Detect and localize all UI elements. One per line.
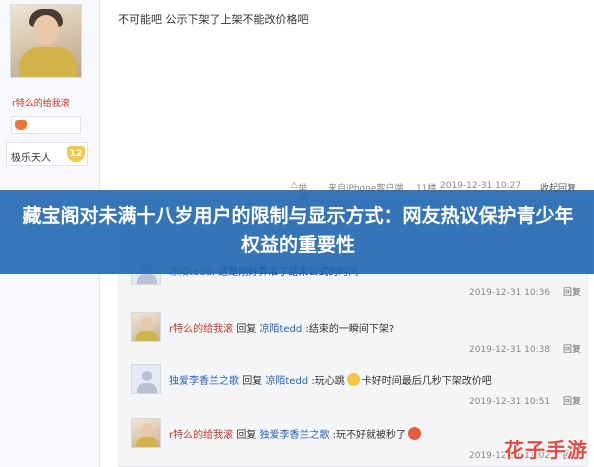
reply-button[interactable]: 回复 (563, 288, 581, 298)
author-avatar[interactable] (10, 4, 82, 78)
reply-avatar[interactable] (131, 312, 161, 342)
level-title: 极乐天人 (11, 153, 51, 164)
badge-icon (15, 120, 27, 130)
reply-avatar[interactable] (131, 364, 161, 394)
author-badge[interactable] (11, 116, 81, 134)
author-username[interactable]: r特么的给我滚 (12, 96, 70, 109)
emoji-icon (408, 427, 422, 440)
headline-banner: 藏宝阁对未满十八岁用户的限制与显示方式：网友热议保护青少年权益的重要性 (0, 190, 594, 274)
reply-avatar[interactable] (131, 418, 161, 448)
reply-text: 卡好时间最后几秒下架改价吧 (361, 376, 492, 387)
reply-target[interactable]: 独爱李香兰之歌 (260, 430, 330, 441)
reply-item: 独爱李香兰之歌 回复 凉陌tedd :玩心跳 卡好时间最后几秒下架改价吧 2019… (131, 364, 581, 408)
reply-prefix: 回复 (242, 376, 263, 387)
emoji-icon (346, 373, 360, 386)
post-content: 不可能吧 公示下架了上架不能改价格吧 (118, 13, 309, 26)
reply-username[interactable]: r特么的给我滚 (169, 430, 233, 441)
reply-time: 2019-12-31 10:36 (469, 288, 551, 298)
reply-time: 2019-12-31 10:38 (469, 345, 551, 355)
reply-text: :玩不好就被秒了 (332, 430, 407, 441)
reply-prefix: 回复 (236, 430, 257, 441)
reply-username[interactable]: r特么的给我滚 (169, 324, 233, 335)
site-watermark: 花子手游 (504, 438, 588, 462)
reply-username[interactable]: 独爱李香兰之歌 (169, 376, 239, 387)
reply-button[interactable]: 回复 (563, 345, 581, 355)
reply-text: :玩心跳 (311, 376, 345, 387)
reply-target[interactable]: 凉陌tedd (265, 376, 308, 387)
reply-prefix: 回复 (236, 324, 257, 335)
headline-title: 藏宝阁对未满十八岁用户的限制与显示方式：网友热议保护青少年权益的重要性 (22, 205, 574, 256)
reply-text: :结束的一瞬间下架? (305, 324, 395, 335)
reply-time: 2019-12-31 10:51 (469, 397, 551, 407)
level-number-badge: 12 (67, 146, 85, 162)
author-level[interactable]: 极乐天人 12 (6, 142, 88, 166)
reply-item: r特么的给我滚 回复 凉陌tedd :结束的一瞬间下架? 2019-12-31 … (131, 312, 581, 356)
reply-button[interactable]: 回复 (563, 397, 581, 407)
reply-target[interactable]: 凉陌tedd (260, 324, 303, 335)
